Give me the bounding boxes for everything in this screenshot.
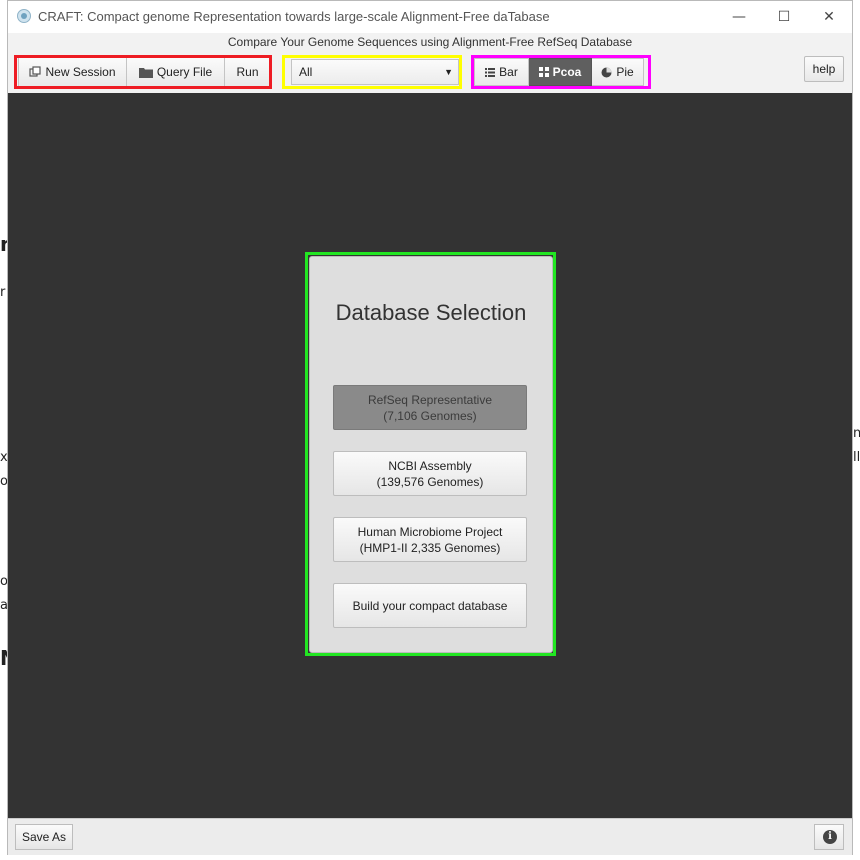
refseq-representative-button[interactable]: RefSeq Representative (7,106 Genomes) xyxy=(333,385,527,430)
option-label: RefSeq Representative xyxy=(367,392,493,407)
minimize-button[interactable]: — xyxy=(723,6,755,28)
option-count: (HMP1-II 2,335 Genomes) xyxy=(359,540,501,555)
background-fragment: ll xyxy=(853,450,860,465)
background-fragment: n xyxy=(853,426,860,441)
option-count: (139,576 Genomes) xyxy=(376,474,484,489)
app-subtitle: Compare Your Genome Sequences using Alig… xyxy=(227,35,633,49)
option-label: Human Microbiome Project xyxy=(357,524,503,539)
close-button[interactable]: ✕ xyxy=(813,6,845,28)
option-label: Build your compact database xyxy=(352,598,508,613)
info-button[interactable]: i xyxy=(814,824,844,850)
highlight-box-filter xyxy=(282,55,462,89)
build-database-button[interactable]: Build your compact database xyxy=(333,583,527,628)
window-title: CRAFT: Compact genome Representation tow… xyxy=(38,9,550,24)
help-button[interactable]: help xyxy=(804,56,844,82)
status-bar: Save As i xyxy=(8,818,852,855)
highlight-box-view xyxy=(471,55,651,89)
app-window: CRAFT: Compact genome Representation tow… xyxy=(7,0,853,855)
app-logo-icon xyxy=(17,9,31,23)
info-icon: i xyxy=(823,830,837,844)
maximize-button[interactable]: ☐ xyxy=(768,6,800,28)
background-fragment: r xyxy=(0,285,6,300)
highlight-box-session xyxy=(14,55,272,89)
save-as-button[interactable]: Save As xyxy=(15,824,73,850)
database-selection-panel: Database Selection RefSeq Representative… xyxy=(309,256,553,653)
panel-title: Database Selection xyxy=(335,300,527,325)
hmp-button[interactable]: Human Microbiome Project (HMP1-II 2,335 … xyxy=(333,517,527,562)
option-count: (7,106 Genomes) xyxy=(383,408,477,423)
ncbi-assembly-button[interactable]: NCBI Assembly (139,576 Genomes) xyxy=(333,451,527,496)
title-bar: CRAFT: Compact genome Representation tow… xyxy=(8,1,852,33)
option-label: NCBI Assembly xyxy=(388,458,472,473)
